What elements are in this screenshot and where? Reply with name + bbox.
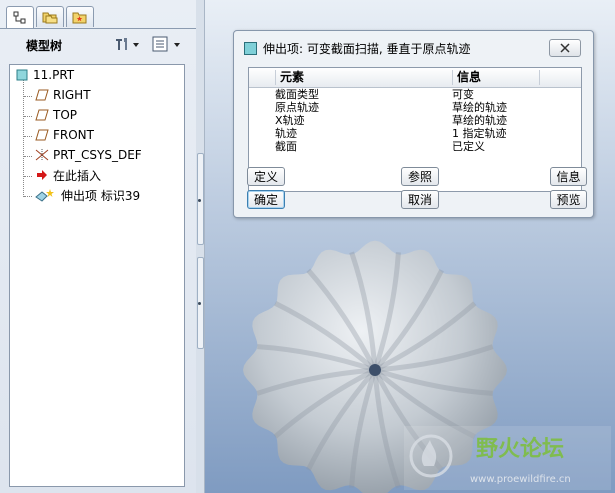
watermark-url: www.proewildfire.cn <box>470 474 571 485</box>
tree-branch-line <box>24 156 32 158</box>
info-button[interactable]: 信息 <box>550 167 587 186</box>
feature-dialog: 伸出项: 可变截面扫描, 垂直于原点轨迹 元素 信息 截面类型 可变 原点轨迹 … <box>233 30 594 218</box>
feature-cube-icon <box>244 42 257 55</box>
tree-node-insert-here[interactable]: 在此插入 <box>34 166 101 184</box>
tree-show-options-button[interactable] <box>152 34 186 54</box>
cancel-button[interactable]: 取消 <box>401 190 439 209</box>
info-cell: 已定义 <box>452 140 485 153</box>
part-icon <box>14 68 30 82</box>
column-separator <box>275 70 276 85</box>
element-cell: 截面 <box>275 140 297 153</box>
splitter-grip-dot <box>198 199 201 202</box>
forum-watermark: 野火论坛 www.proewildfire.cn <box>404 426 611 490</box>
column-header-info[interactable]: 信息 <box>457 68 481 87</box>
datum-plane-icon <box>34 108 50 122</box>
tree-node-label: RIGHT <box>53 88 91 102</box>
model-tree-title: 模型树 <box>26 39 63 53</box>
tree-branch-line <box>24 196 32 198</box>
tab-favorites[interactable] <box>66 6 94 27</box>
tree-node-label: 在此插入 <box>53 168 102 183</box>
tree-branch-line <box>24 176 32 178</box>
tree-node-front[interactable]: FRONT <box>34 126 94 144</box>
tree-node-label: 伸出项 标识39 <box>61 188 141 203</box>
tree-node-label: PRT_CSYS_DEF <box>53 148 142 162</box>
element-cell: X轨迹 <box>275 114 305 127</box>
variable-sweep-feature-icon <box>34 188 58 202</box>
watermark-title: 野火论坛 <box>476 436 564 462</box>
show-options-icon <box>152 36 180 52</box>
settings-tools-icon <box>116 38 139 50</box>
folder-browser-tab-icon <box>42 12 58 24</box>
dialog-title-bar: 伸出项: 可变截面扫描, 垂直于原点轨迹 <box>244 40 471 57</box>
tree-branch-line <box>24 116 32 118</box>
tree-branch-line <box>24 136 32 138</box>
splitter-grip-dot <box>198 302 201 305</box>
info-cell: 草绘的轨迹 <box>452 114 507 127</box>
tab-folder-browser[interactable] <box>36 6 64 27</box>
tree-node-root-part[interactable]: 11.PRT <box>14 66 74 84</box>
tree-node-right[interactable]: RIGHT <box>34 86 91 104</box>
table-row[interactable]: 轨迹 1 指定轨迹 <box>249 127 581 140</box>
tab-divider <box>0 28 196 29</box>
table-row[interactable]: 原点轨迹 草绘的轨迹 <box>249 101 581 114</box>
dialog-title: 伸出项: 可变截面扫描, 垂直于原点轨迹 <box>263 42 471 56</box>
datum-plane-icon <box>34 128 50 142</box>
favorites-tab-icon <box>72 12 87 24</box>
navigator-panel: 模型树 11.PRT RIGHT TOP FRONT PRT_CSYS_DEF … <box>0 0 197 493</box>
column-separator <box>452 70 453 85</box>
dome-center-hole <box>369 364 381 376</box>
element-cell: 截面类型 <box>275 88 319 101</box>
panel-splitter[interactable] <box>196 0 205 493</box>
table-row[interactable]: X轨迹 草绘的轨迹 <box>249 114 581 127</box>
info-cell: 草绘的轨迹 <box>452 101 507 114</box>
dialog-close-button[interactable] <box>549 39 581 57</box>
info-cell: 可变 <box>452 88 474 101</box>
define-button[interactable]: 定义 <box>247 167 285 186</box>
watermark-graphic: 野火论坛 www.proewildfire.cn <box>404 426 611 490</box>
preview-button[interactable]: 预览 <box>550 190 587 209</box>
insert-here-arrow-icon <box>34 168 50 182</box>
model-tree[interactable]: 11.PRT RIGHT TOP FRONT PRT_CSYS_DEF 在此插入… <box>9 64 185 487</box>
tab-model-tree[interactable] <box>6 6 34 29</box>
tree-node-label: 11.PRT <box>33 68 75 82</box>
tree-settings-button[interactable] <box>114 34 140 54</box>
table-row[interactable]: 截面 已定义 <box>249 140 581 153</box>
tree-node-csys[interactable]: PRT_CSYS_DEF <box>34 146 142 164</box>
tree-node-protrusion[interactable]: 伸出项 标识39 <box>34 186 140 204</box>
ok-button[interactable]: 确定 <box>247 190 285 209</box>
column-separator <box>539 70 540 85</box>
table-header: 元素 信息 <box>249 68 581 88</box>
coordinate-system-icon <box>34 148 50 162</box>
table-row[interactable]: 截面类型 可变 <box>249 88 581 101</box>
model-tree-toolbar: 模型树 <box>4 32 190 56</box>
close-icon <box>560 43 570 53</box>
element-cell: 原点轨迹 <box>275 101 319 114</box>
model-tree-tab-icon <box>13 11 26 24</box>
tree-node-label: FRONT <box>53 128 94 142</box>
column-header-element[interactable]: 元素 <box>280 68 304 87</box>
reference-button[interactable]: 参照 <box>401 167 439 186</box>
info-cell: 1 指定轨迹 <box>452 127 507 140</box>
element-cell: 轨迹 <box>275 127 297 140</box>
tree-node-top[interactable]: TOP <box>34 106 77 124</box>
datum-plane-icon <box>34 88 50 102</box>
tree-node-label: TOP <box>53 108 78 122</box>
tree-branch-line <box>24 96 32 98</box>
